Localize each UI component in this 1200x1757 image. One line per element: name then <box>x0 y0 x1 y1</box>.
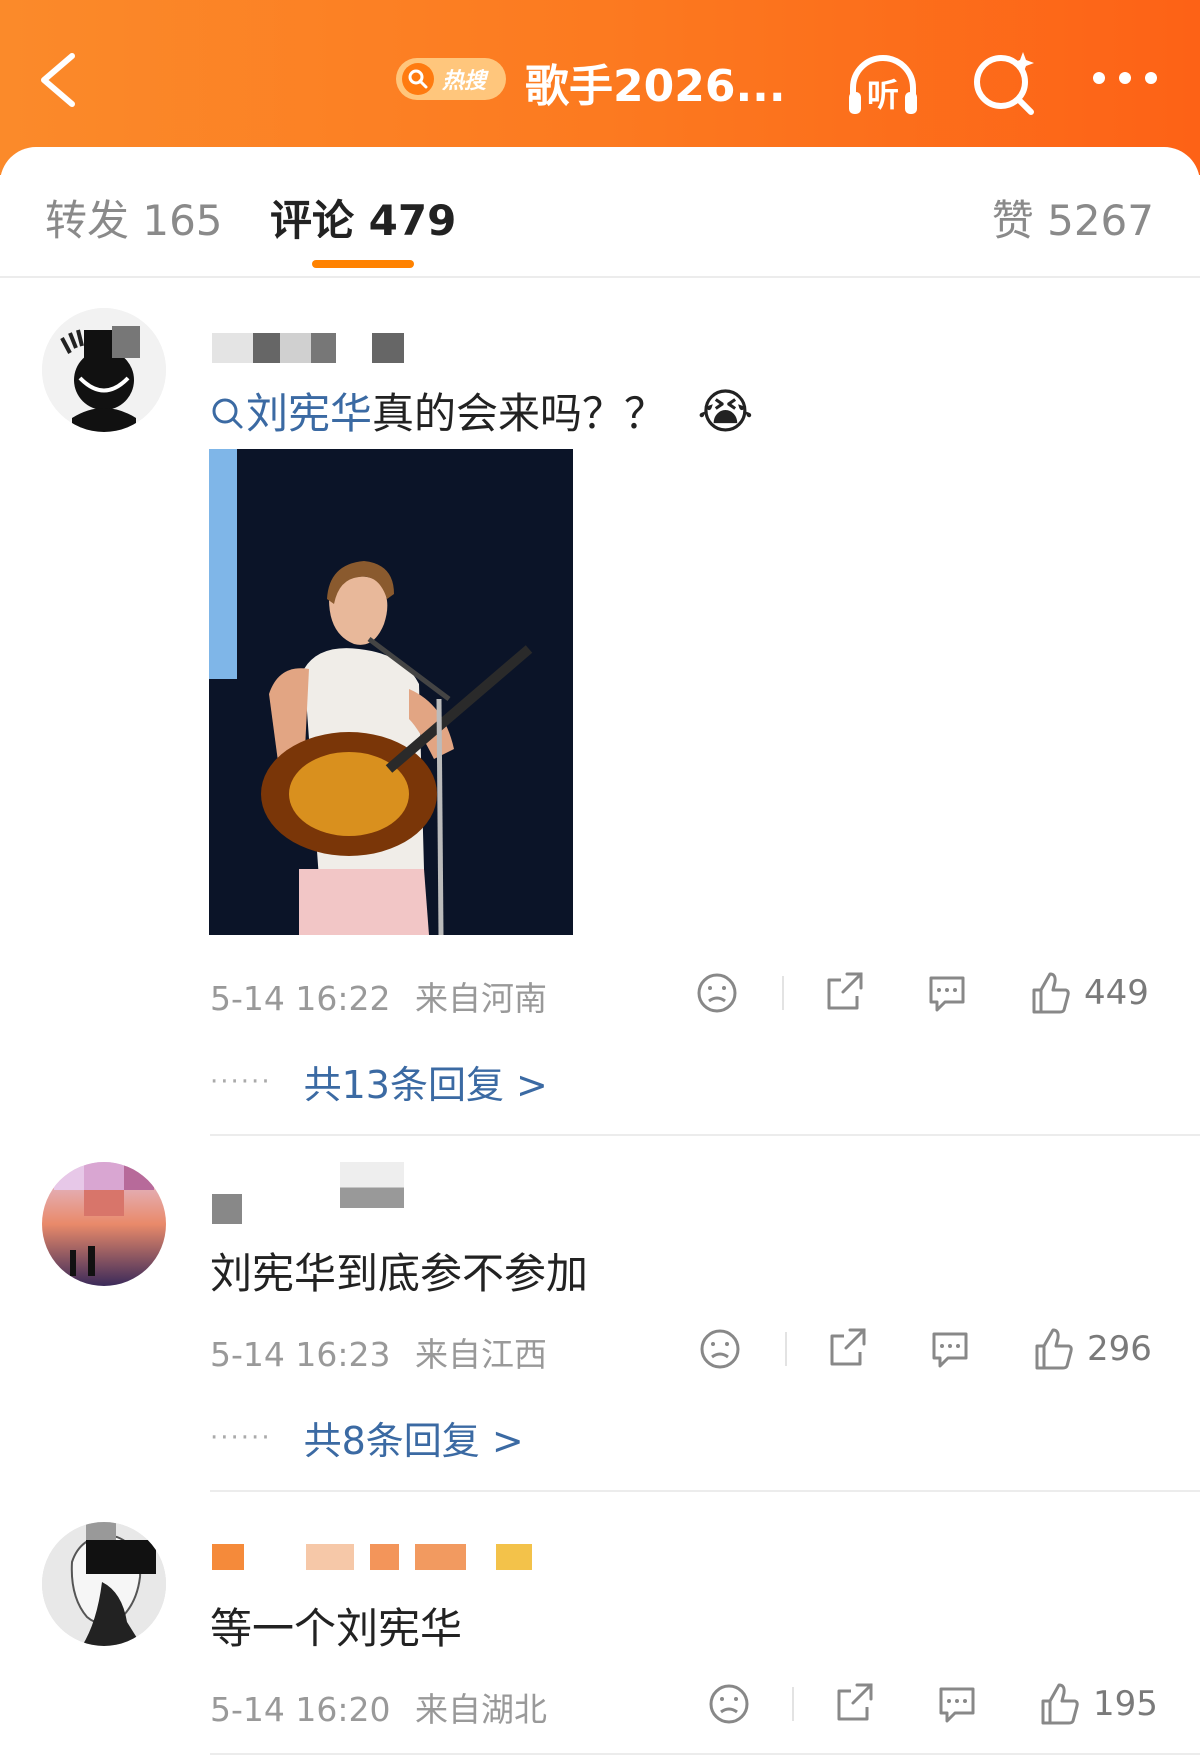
view-replies-link[interactable]: ······ 共8条回复 > <box>210 1410 524 1465</box>
divider <box>782 976 784 1010</box>
dislike-icon[interactable] <box>698 1324 742 1374</box>
like-count: 195 <box>1093 1684 1158 1724</box>
comment-photo[interactable] <box>209 449 573 935</box>
back-icon[interactable] <box>34 48 82 112</box>
dislike-icon[interactable] <box>695 968 739 1018</box>
view-replies-link[interactable]: ······ 共13条回复 > <box>210 1054 548 1109</box>
tab-likes[interactable]: 赞 5267 <box>992 187 1154 248</box>
share-icon[interactable] <box>833 1679 877 1729</box>
dots-icon: ······ <box>210 1422 272 1453</box>
search-icon <box>402 63 434 95</box>
comment-actions: 449 <box>695 968 1160 1018</box>
like-button[interactable]: 296 <box>1031 1324 1152 1374</box>
comment-icon[interactable] <box>928 1324 972 1374</box>
tab-bar: 转发 165 评论 479 赞 5267 <box>0 147 1200 277</box>
share-icon[interactable] <box>823 968 867 1018</box>
avatar[interactable] <box>42 308 166 432</box>
divider <box>210 1753 1200 1755</box>
comment-actions: 296 <box>695 1324 1160 1374</box>
comment-location: 来自河南 <box>415 979 547 1018</box>
headphones-icon[interactable]: 听 <box>843 44 923 124</box>
divider <box>210 1490 1200 1492</box>
divider <box>785 1332 787 1366</box>
hot-search-label: 热搜 <box>442 69 487 94</box>
comment-time: 5-14 16:20 <box>210 1690 391 1729</box>
comment-meta: 5-14 16:23 来自江西 <box>210 1328 547 1376</box>
comment-actions: 195 <box>695 1679 1160 1729</box>
thumbs-up-icon <box>1041 1683 1079 1725</box>
username-blurred[interactable] <box>212 333 336 363</box>
like-count: 296 <box>1087 1329 1152 1369</box>
more-icon[interactable] <box>1085 44 1165 124</box>
username-blurred <box>340 1162 404 1208</box>
divider <box>792 1687 794 1721</box>
like-button[interactable]: 449 <box>1028 968 1149 1018</box>
username-blurred[interactable] <box>212 1194 242 1224</box>
comment-icon[interactable] <box>935 1679 979 1729</box>
comment-text: 刘宪华真的会来吗？？ 😭 <box>210 380 753 441</box>
tab-repost[interactable]: 转发 165 <box>45 187 223 248</box>
share-icon[interactable] <box>826 1324 870 1374</box>
comment-meta: 5-14 16:20 来自湖北 <box>210 1683 547 1731</box>
comment-icon[interactable] <box>925 968 969 1018</box>
dots-icon: ······ <box>210 1066 272 1097</box>
tab-indicator <box>312 260 414 268</box>
badge-icon <box>496 1544 532 1570</box>
replies-count: 共8条回复 > <box>303 1419 524 1463</box>
like-count: 449 <box>1084 973 1149 1013</box>
thumbs-up-icon <box>1035 1328 1073 1370</box>
comment-time: 5-14 16:23 <box>210 1335 391 1374</box>
username-blurred[interactable] <box>212 1544 244 1570</box>
comment-time: 5-14 16:22 <box>210 979 391 1018</box>
username-blurred <box>372 333 404 363</box>
avatar[interactable] <box>42 1162 166 1286</box>
comment-location: 来自江西 <box>415 1335 547 1374</box>
thumbs-up-icon <box>1032 972 1070 1014</box>
hot-search-badge[interactable]: 热搜 <box>396 58 506 100</box>
comment-meta: 5-14 16:22 来自河南 <box>210 972 547 1020</box>
divider <box>0 276 1200 278</box>
hashtag-link[interactable]: 刘宪华 <box>210 389 372 438</box>
username-blurred <box>306 1544 466 1570</box>
comment-location: 来自湖北 <box>415 1690 547 1729</box>
tab-comments[interactable]: 评论 479 <box>270 187 456 248</box>
dislike-icon[interactable] <box>707 1679 751 1729</box>
replies-count: 共13条回复 > <box>303 1063 548 1107</box>
comment-text: 等一个刘宪华 <box>210 1604 463 1653</box>
page-title: 歌手2026... <box>525 61 786 112</box>
divider <box>210 1134 1200 1136</box>
search-sparkle-icon[interactable] <box>965 44 1045 124</box>
avatar[interactable] <box>42 1522 166 1646</box>
search-icon <box>212 398 243 429</box>
comment-text: 刘宪华到底参不参加 <box>210 1249 589 1298</box>
listen-label: 听 <box>867 76 899 114</box>
like-button[interactable]: 195 <box>1037 1679 1158 1729</box>
crying-emoji-icon: 😭 <box>697 384 754 440</box>
